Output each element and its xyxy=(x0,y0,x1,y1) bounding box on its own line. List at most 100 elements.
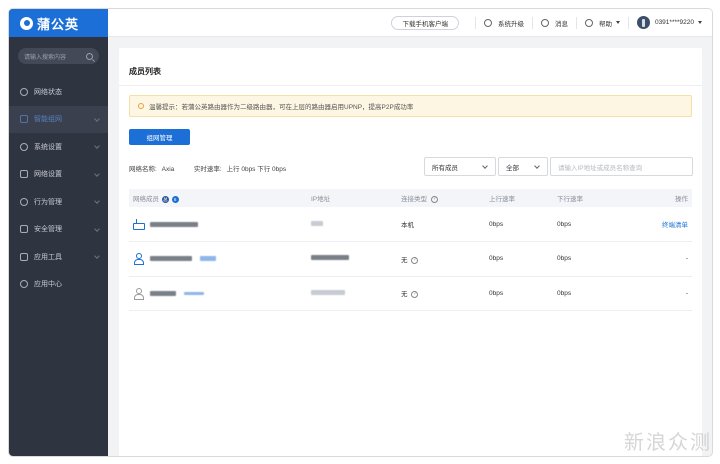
search-placeholder: 请输入IP地址或成员名称查询 xyxy=(558,164,643,172)
avatar xyxy=(636,16,650,29)
member-list-card: 成员列表 温馨提示：若蒲公英路由器作为二级路由器，可在上层的路由器启用UPNP，… xyxy=(119,48,702,456)
network-name-label: 网络名称: xyxy=(129,166,157,173)
info-icon xyxy=(138,103,144,109)
logo[interactable]: 蒲公英 xyxy=(9,9,108,37)
sidebar: 蒲公英 请输入搜索内容 网络状态 智能组网 系统设置 网络设置 行为管理 安全管… xyxy=(9,9,108,456)
conn-cell: 本机 xyxy=(397,207,485,242)
network-status-icon xyxy=(20,87,28,96)
search-icon[interactable] xyxy=(86,52,93,60)
table-header: 网络成员 总 6 IP地址 连接类型 ? 上行速率 下行速率 操作 xyxy=(129,189,692,207)
ip-cell xyxy=(307,276,397,311)
caret-down-icon xyxy=(615,21,620,24)
group-management-button[interactable]: 组网管理 xyxy=(129,129,190,145)
member-filter-select[interactable]: 所有成员 xyxy=(424,157,496,176)
member-name-redacted xyxy=(150,221,198,227)
sidebar-search-input[interactable]: 请输入搜索内容 xyxy=(18,48,99,64)
ip-cell xyxy=(307,241,397,277)
count-badge: 6 xyxy=(171,195,179,203)
column-down: 下行速率 xyxy=(557,196,583,203)
sidebar-item-label: 网络设置 xyxy=(34,171,62,179)
app-window: 蒲公英 请输入搜索内容 网络状态 智能组网 系统设置 网络设置 行为管理 安全管… xyxy=(9,9,712,456)
help-menu[interactable]: 帮助 xyxy=(584,18,620,28)
type-filter-select[interactable]: 全部 xyxy=(498,157,548,176)
down-cell: 0bps xyxy=(553,276,621,311)
sidebar-search-placeholder: 请输入搜索内容 xyxy=(24,54,67,61)
chevron-down-icon xyxy=(94,115,100,122)
behavior-icon xyxy=(20,197,28,206)
up-cell: 0bps xyxy=(485,241,553,277)
tools-icon xyxy=(20,252,28,261)
system-upgrade-button[interactable]: 系统升级 xyxy=(483,18,524,28)
table-row: 无 ? 0bps 0bps - xyxy=(129,241,692,277)
member-tag-redacted xyxy=(200,256,216,262)
column-member: 网络成员 总 6 xyxy=(129,189,307,207)
sidebar-item-behavior[interactable]: 行为管理 xyxy=(9,188,108,216)
member-name-redacted xyxy=(150,290,176,296)
action-cell: - xyxy=(621,241,692,277)
network-name: Axia xyxy=(161,166,175,173)
column-action: 操作 xyxy=(675,196,688,203)
chevron-down-icon xyxy=(94,225,100,232)
column-conn: 连接类型 ? xyxy=(397,189,485,207)
account-menu[interactable]: 0391****9220 xyxy=(636,16,702,29)
speed-value: 上行 0bps 下行 0bps xyxy=(226,166,287,173)
sidebar-item-smart-network[interactable]: 智能组网 xyxy=(9,105,108,133)
divider xyxy=(474,16,476,29)
chevron-down-icon xyxy=(534,163,540,169)
sidebar-item-label: 应用工具 xyxy=(34,253,62,261)
user-icon xyxy=(133,287,144,300)
ip-cell xyxy=(307,207,397,242)
upgrade-label: 系统升级 xyxy=(497,20,524,28)
help-icon[interactable]: ? xyxy=(411,256,419,264)
help-icon[interactable]: ? xyxy=(411,291,419,299)
watermark: 新浪众测 xyxy=(624,430,712,454)
member-name-redacted xyxy=(150,256,192,262)
member-cell xyxy=(129,276,307,311)
network-info: 网络名称: Axia 实时速率: 上行 0bps 下行 0bps xyxy=(129,163,289,173)
sidebar-item-label: 安全管理 xyxy=(34,226,62,234)
sidebar-item-system-settings[interactable]: 系统设置 xyxy=(9,133,108,161)
divider xyxy=(119,85,702,86)
download-client-button[interactable]: 下载手机客户端 xyxy=(391,15,459,30)
down-cell: 0bps xyxy=(553,241,621,277)
sidebar-item-label: 网络状态 xyxy=(34,88,62,96)
table-row: 本机 0bps 0bps 终端清单 xyxy=(129,207,692,242)
app-center-icon xyxy=(20,280,28,289)
sidebar-item-security[interactable]: 安全管理 xyxy=(9,216,108,244)
help-icon[interactable]: ? xyxy=(430,195,438,203)
bell-icon xyxy=(540,18,549,27)
network-settings-icon xyxy=(20,170,28,179)
sidebar-item-network-settings[interactable]: 网络设置 xyxy=(9,161,108,189)
member-cell xyxy=(129,207,307,242)
sidebar-item-tools[interactable]: 应用工具 xyxy=(9,243,108,271)
table-row: 无 ? 0bps 0bps - xyxy=(129,276,692,311)
sidebar-item-app-center[interactable]: 应用中心 xyxy=(9,271,108,299)
sidebar-item-label: 应用中心 xyxy=(34,281,62,289)
up-cell: 0bps xyxy=(485,276,553,311)
member-search-input[interactable]: 请输入IP地址或成员名称查询 xyxy=(550,157,693,176)
divider xyxy=(531,16,533,29)
column-conn-label: 连接类型 xyxy=(401,196,427,203)
member-table: 网络成员 总 6 IP地址 连接类型 ? 上行速率 下行速率 操作 本机 0bp… xyxy=(129,189,692,311)
question-icon xyxy=(584,18,593,27)
account-label: 0391****9220 xyxy=(654,19,694,26)
sidebar-item-network-status[interactable]: 网络状态 xyxy=(9,78,108,106)
router-icon xyxy=(133,218,145,230)
terminal-list-link[interactable]: 终端清单 xyxy=(662,222,688,229)
chevron-down-icon xyxy=(482,163,488,169)
sidebar-item-label: 行为管理 xyxy=(34,198,62,206)
conn-value: 无 xyxy=(401,291,408,299)
messages-button[interactable]: 消息 xyxy=(540,18,568,28)
notice-text: 温馨提示：若蒲公英路由器作为二级路由器，可在上层的路由器启用UPNP，提高P2P… xyxy=(149,104,414,111)
column-ip: IP地址 xyxy=(311,196,331,203)
ip-redacted xyxy=(311,255,349,261)
action-cell: - xyxy=(621,276,692,311)
divider xyxy=(627,16,629,29)
notice-banner: 温馨提示：若蒲公英路由器作为二级路由器，可在上层的路由器启用UPNP，提高P2P… xyxy=(129,95,692,117)
member-filter-value: 所有成员 xyxy=(432,164,458,172)
upgrade-icon xyxy=(483,18,492,27)
divider xyxy=(575,16,577,29)
action-cell: 终端清单 xyxy=(621,207,692,242)
member-tag-redacted xyxy=(184,291,204,295)
caret-down-icon xyxy=(698,21,702,24)
